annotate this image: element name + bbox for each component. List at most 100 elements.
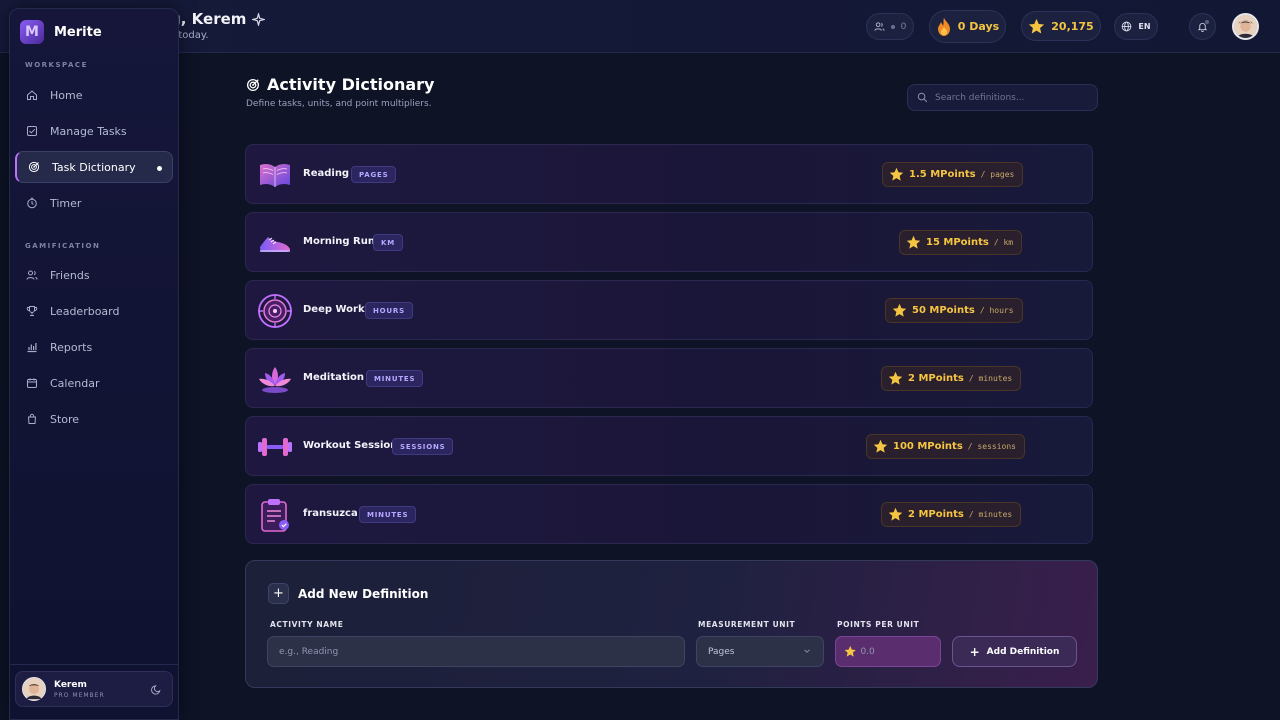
unit-badge: SESSIONS	[392, 438, 454, 455]
sidebar-item-timer[interactable]: Timer	[15, 187, 173, 219]
notification-dot	[1205, 20, 1209, 24]
points-badge: 50 MPoints / hours	[885, 298, 1023, 323]
activity-name-field	[267, 636, 685, 667]
user-name: Kerem	[54, 679, 87, 690]
search-input[interactable]	[935, 92, 1085, 103]
trophy-icon	[25, 305, 38, 318]
language-selector[interactable]: EN	[1114, 13, 1158, 40]
book-icon	[260, 163, 290, 187]
add-definition-button[interactable]: + Add Definition	[952, 636, 1077, 667]
sidebar-item-label: Calendar	[50, 376, 100, 390]
list-item[interactable]: Morning Run KM 15 MPoints / km	[245, 212, 1093, 272]
list-item[interactable]: Workout Session SESSIONS 100 MPoints / s…	[245, 416, 1093, 476]
greeting-subtitle: s today.	[170, 30, 209, 41]
list-item[interactable]: Deep Work HOURS 50 MPoints / hours	[245, 280, 1093, 340]
points-badge: 2 MPoints / minutes	[881, 366, 1022, 391]
page-subtitle: Define tasks, units, and point multiplie…	[246, 99, 432, 109]
list-item[interactable]: Meditation MINUTES 2 MPoints / minutes	[245, 348, 1093, 408]
star-icon	[888, 507, 903, 521]
sparkle-icon	[252, 12, 266, 26]
points-per-unit-input[interactable]	[860, 646, 940, 657]
sidebar-item-task-dictionary[interactable]: Task Dictionary	[15, 151, 173, 183]
points-value: 50 MPoints	[912, 305, 975, 316]
lotus-icon	[259, 367, 291, 393]
streak-label: 0 Days	[957, 20, 1000, 33]
user-profile-card[interactable]: Kerem PRO MEMBER	[15, 671, 173, 707]
greeting-title: g, Kerem	[170, 10, 247, 28]
points-value: 2 MPoints	[908, 373, 964, 384]
focus-target-icon	[258, 294, 292, 328]
sidebar-item-label: Home	[50, 88, 83, 102]
theme-toggle-icon[interactable]	[151, 684, 162, 695]
user-avatar-icon	[23, 678, 45, 700]
sidebar-item-calendar[interactable]: Calendar	[15, 367, 173, 399]
activity-name: fransuzca	[303, 508, 358, 519]
points-value: 2 MPoints	[908, 509, 964, 520]
points-per-unit-field	[835, 636, 941, 667]
points-unit: / minutes	[968, 374, 1013, 383]
home-icon	[25, 89, 38, 102]
points-per-unit-label: POINTS PER UNIT	[837, 620, 920, 629]
sidebar-item-label: Friends	[50, 268, 90, 282]
gamification-section-label: GAMIFICATION	[25, 242, 101, 250]
star-icon	[873, 439, 888, 453]
search-icon	[917, 92, 928, 103]
brand-logo[interactable]: M Merite	[20, 20, 102, 44]
top-bar: g, Kerem s today. 0 0 Days 20,175 EN	[0, 0, 1280, 53]
active-indicator-dot	[157, 166, 162, 171]
sidebar-item-reports[interactable]: Reports	[15, 331, 173, 363]
sidebar-item-home[interactable]: Home	[15, 79, 173, 111]
tasks-icon	[25, 125, 38, 138]
friends-count: 0	[900, 21, 907, 32]
flame-icon	[937, 17, 950, 36]
points-unit: / pages	[980, 170, 1015, 179]
globe-icon	[1122, 21, 1132, 32]
sidebar-item-manage-tasks[interactable]: Manage Tasks	[15, 115, 173, 147]
target-icon	[246, 78, 260, 91]
plus-icon: +	[969, 644, 980, 659]
add-definition-header: + Add New Definition	[268, 583, 428, 604]
sidebar-item-leaderboard[interactable]: Leaderboard	[15, 295, 173, 327]
sidebar: M Merite WORKSPACE Home Manage Tasks Tas…	[9, 8, 179, 720]
points-value: 1.5 MPoints	[909, 169, 976, 180]
sidebar-item-label: Timer	[50, 196, 82, 210]
unit-badge: MINUTES	[359, 506, 417, 523]
measurement-unit-select[interactable]: Pages	[696, 636, 824, 667]
reports-icon	[25, 341, 38, 354]
sidebar-item-label: Store	[50, 412, 80, 426]
activity-name: Morning Run	[303, 236, 375, 247]
merite-logo-icon: M	[20, 20, 44, 44]
points-unit: / minutes	[968, 510, 1013, 519]
sidebar-item-label: Leaderboard	[50, 304, 120, 318]
calendar-icon	[25, 377, 38, 390]
sidebar-item-label: Reports	[50, 340, 93, 354]
avatar	[22, 677, 46, 701]
list-item[interactable]: fransuzca MINUTES 2 MPoints / minutes	[245, 484, 1093, 544]
user-role: PRO MEMBER	[54, 691, 105, 699]
friends-online-pill[interactable]: 0	[866, 13, 914, 40]
activity-name-label: ACTIVITY NAME	[270, 620, 344, 629]
points-pill[interactable]: 20,175	[1021, 11, 1101, 41]
streak-pill[interactable]: 0 Days	[929, 10, 1006, 43]
avatar[interactable]	[1232, 13, 1259, 40]
add-definition-title: Add New Definition	[298, 586, 429, 601]
activity-name-input[interactable]	[279, 646, 684, 657]
sidebar-divider	[10, 664, 178, 665]
points-unit: / hours	[979, 306, 1014, 315]
notifications-button[interactable]	[1189, 13, 1216, 40]
star-icon	[892, 303, 907, 317]
friends-icon	[25, 269, 38, 282]
sidebar-item-label: Manage Tasks	[50, 124, 127, 138]
sidebar-item-friends[interactable]: Friends	[15, 259, 173, 291]
page-title: Activity Dictionary	[246, 75, 434, 94]
star-icon	[906, 235, 921, 249]
unit-badge: KM	[373, 234, 403, 251]
dumbbell-icon	[258, 438, 292, 456]
sidebar-item-store[interactable]: Store	[15, 403, 173, 435]
workspace-section-label: WORKSPACE	[25, 61, 88, 69]
unit-badge: PAGES	[351, 166, 397, 183]
running-shoe-icon	[260, 237, 290, 252]
timer-icon	[25, 197, 38, 210]
list-item[interactable]: Reading PAGES 1.5 MPoints / pages	[245, 144, 1093, 204]
points-value: 15 MPoints	[926, 237, 989, 248]
